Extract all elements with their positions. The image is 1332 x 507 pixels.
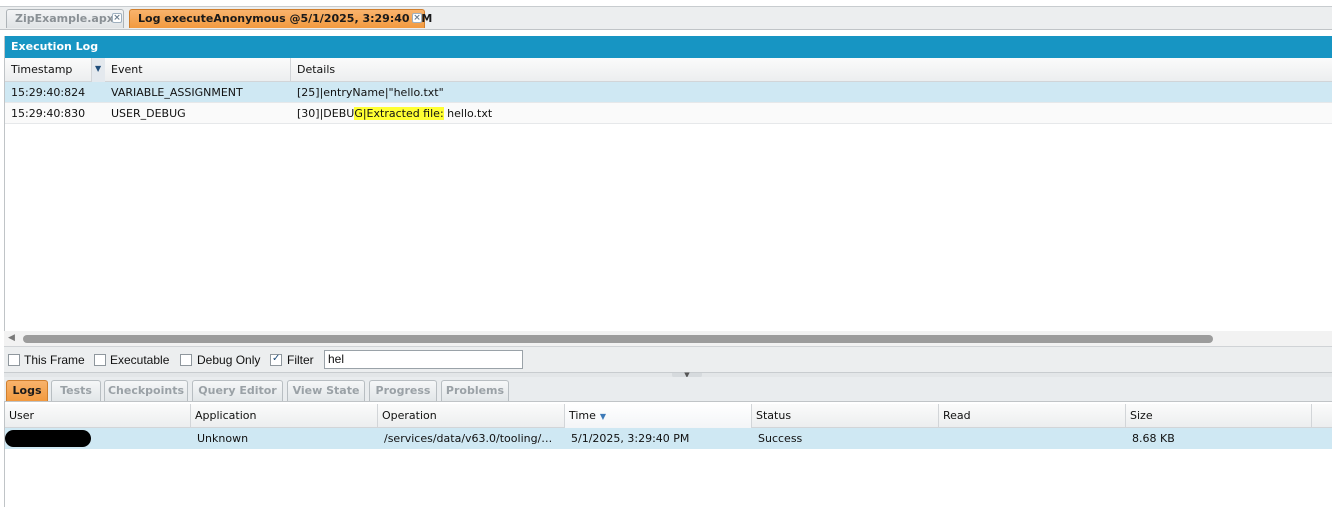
tab-problems[interactable]: Problems <box>441 380 509 401</box>
table-row[interactable]: 15:29:40:830 USER_DEBUG [30]|DEBUG|Extra… <box>5 103 1332 124</box>
tab-progress[interactable]: Progress <box>369 380 437 401</box>
debug-only-label: Debug Only <box>197 353 261 367</box>
column-header-event[interactable]: Event <box>105 58 291 82</box>
close-icon[interactable]: × <box>112 13 122 23</box>
logs-grid: User Application Operation Time ▼ Status … <box>4 402 1332 507</box>
redacted-user <box>5 430 91 447</box>
execution-log-header: Timestamp ▼ Event Details <box>5 58 1332 82</box>
cell-event: USER_DEBUG <box>111 107 186 120</box>
cell-details: [25]|entryName|"hello.txt" <box>297 86 444 99</box>
tab-logs[interactable]: Logs <box>6 380 48 401</box>
scroll-left-arrow-icon[interactable]: ◀ <box>8 333 15 343</box>
column-header-details[interactable]: Details <box>291 58 1332 82</box>
logs-header: User Application Operation Time ▼ Status … <box>5 404 1332 428</box>
column-header-size[interactable]: Size <box>1126 404 1312 428</box>
tab-query-editor[interactable]: Query Editor <box>192 380 283 401</box>
cell-timestamp: 15:29:40:824 <box>11 86 86 99</box>
tab-log-label: Log executeAnonymous @5/1/2025, 3:29:40 … <box>138 12 433 25</box>
column-header-application[interactable]: Application <box>191 404 378 428</box>
column-header-user[interactable]: User <box>5 404 191 428</box>
dropdown-arrow-icon: ▼ <box>95 64 102 73</box>
tab-zipexample-label: ZipExample.apxc <box>15 12 121 25</box>
cell-operation: /services/data/v63.0/tooling/exec... <box>384 432 558 445</box>
cell-application: Unknown <box>197 432 249 445</box>
column-header-read[interactable]: Read <box>939 404 1126 428</box>
sort-descending-icon: ▼ <box>599 412 607 421</box>
cell-read <box>939 428 1126 449</box>
panel-title: Execution Log <box>5 36 1332 58</box>
filter-bar: This Frame Executable Debug Only Filter … <box>4 346 1332 372</box>
filter-checkbox[interactable] <box>270 353 282 366</box>
filter-input[interactable]: hel <box>324 350 523 369</box>
bottom-tab-bar: Logs Tests Checkpoints Query Editor View… <box>4 377 1332 402</box>
this-frame-label: This Frame <box>24 353 85 367</box>
tab-tests[interactable]: Tests <box>51 380 101 401</box>
column-menu-trigger[interactable]: ▼ <box>91 58 105 82</box>
close-icon[interactable]: × <box>412 13 422 23</box>
cell-timestamp: 15:29:40:830 <box>11 107 86 120</box>
details-text: hello.txt <box>443 107 493 120</box>
cell-details: [30]|DEBUG|Extracted file: hello.txt <box>291 103 1191 124</box>
tab-checkpoints[interactable]: Checkpoints <box>104 380 188 401</box>
cell-user <box>5 428 191 449</box>
this-frame-checkbox[interactable] <box>8 354 20 366</box>
column-header-timestamp[interactable]: Timestamp <box>5 58 105 82</box>
cell-event: VARIABLE_ASSIGNMENT <box>111 86 243 99</box>
table-row[interactable]: 15:29:40:824 VARIABLE_ASSIGNMENT [25]|en… <box>5 82 1332 103</box>
horizontal-scrollbar[interactable]: ◀ <box>4 331 1332 346</box>
tab-view-state[interactable]: View State <box>287 380 365 401</box>
column-header-time[interactable]: Time ▼ <box>565 404 752 428</box>
executable-label: Executable <box>110 353 170 367</box>
tab-zipexample[interactable]: ZipExample.apxc × <box>6 9 124 28</box>
tab-execute-anonymous-log[interactable]: Log executeAnonymous @5/1/2025, 3:29:40 … <box>129 9 432 28</box>
cell-size: 8.68 KB <box>1132 432 1175 445</box>
details-text: [30]|DEBU <box>297 107 355 120</box>
table-row[interactable]: Unknown /services/data/v63.0/tooling/exe… <box>5 428 1332 449</box>
debug-only-checkbox[interactable] <box>180 354 192 366</box>
executable-checkbox[interactable] <box>94 354 106 366</box>
execution-log-panel: Execution Log Timestamp ▼ Event Details … <box>4 36 1332 346</box>
column-header-status[interactable]: Status <box>752 404 939 428</box>
cell-status: Success <box>758 432 803 445</box>
search-highlight: G|Extracted file: <box>354 107 444 120</box>
cell-time: 5/1/2025, 3:29:40 PM <box>571 432 690 445</box>
filter-label: Filter <box>287 353 314 367</box>
column-header-operation[interactable]: Operation <box>378 404 565 428</box>
scrollbar-thumb[interactable] <box>23 335 1213 343</box>
